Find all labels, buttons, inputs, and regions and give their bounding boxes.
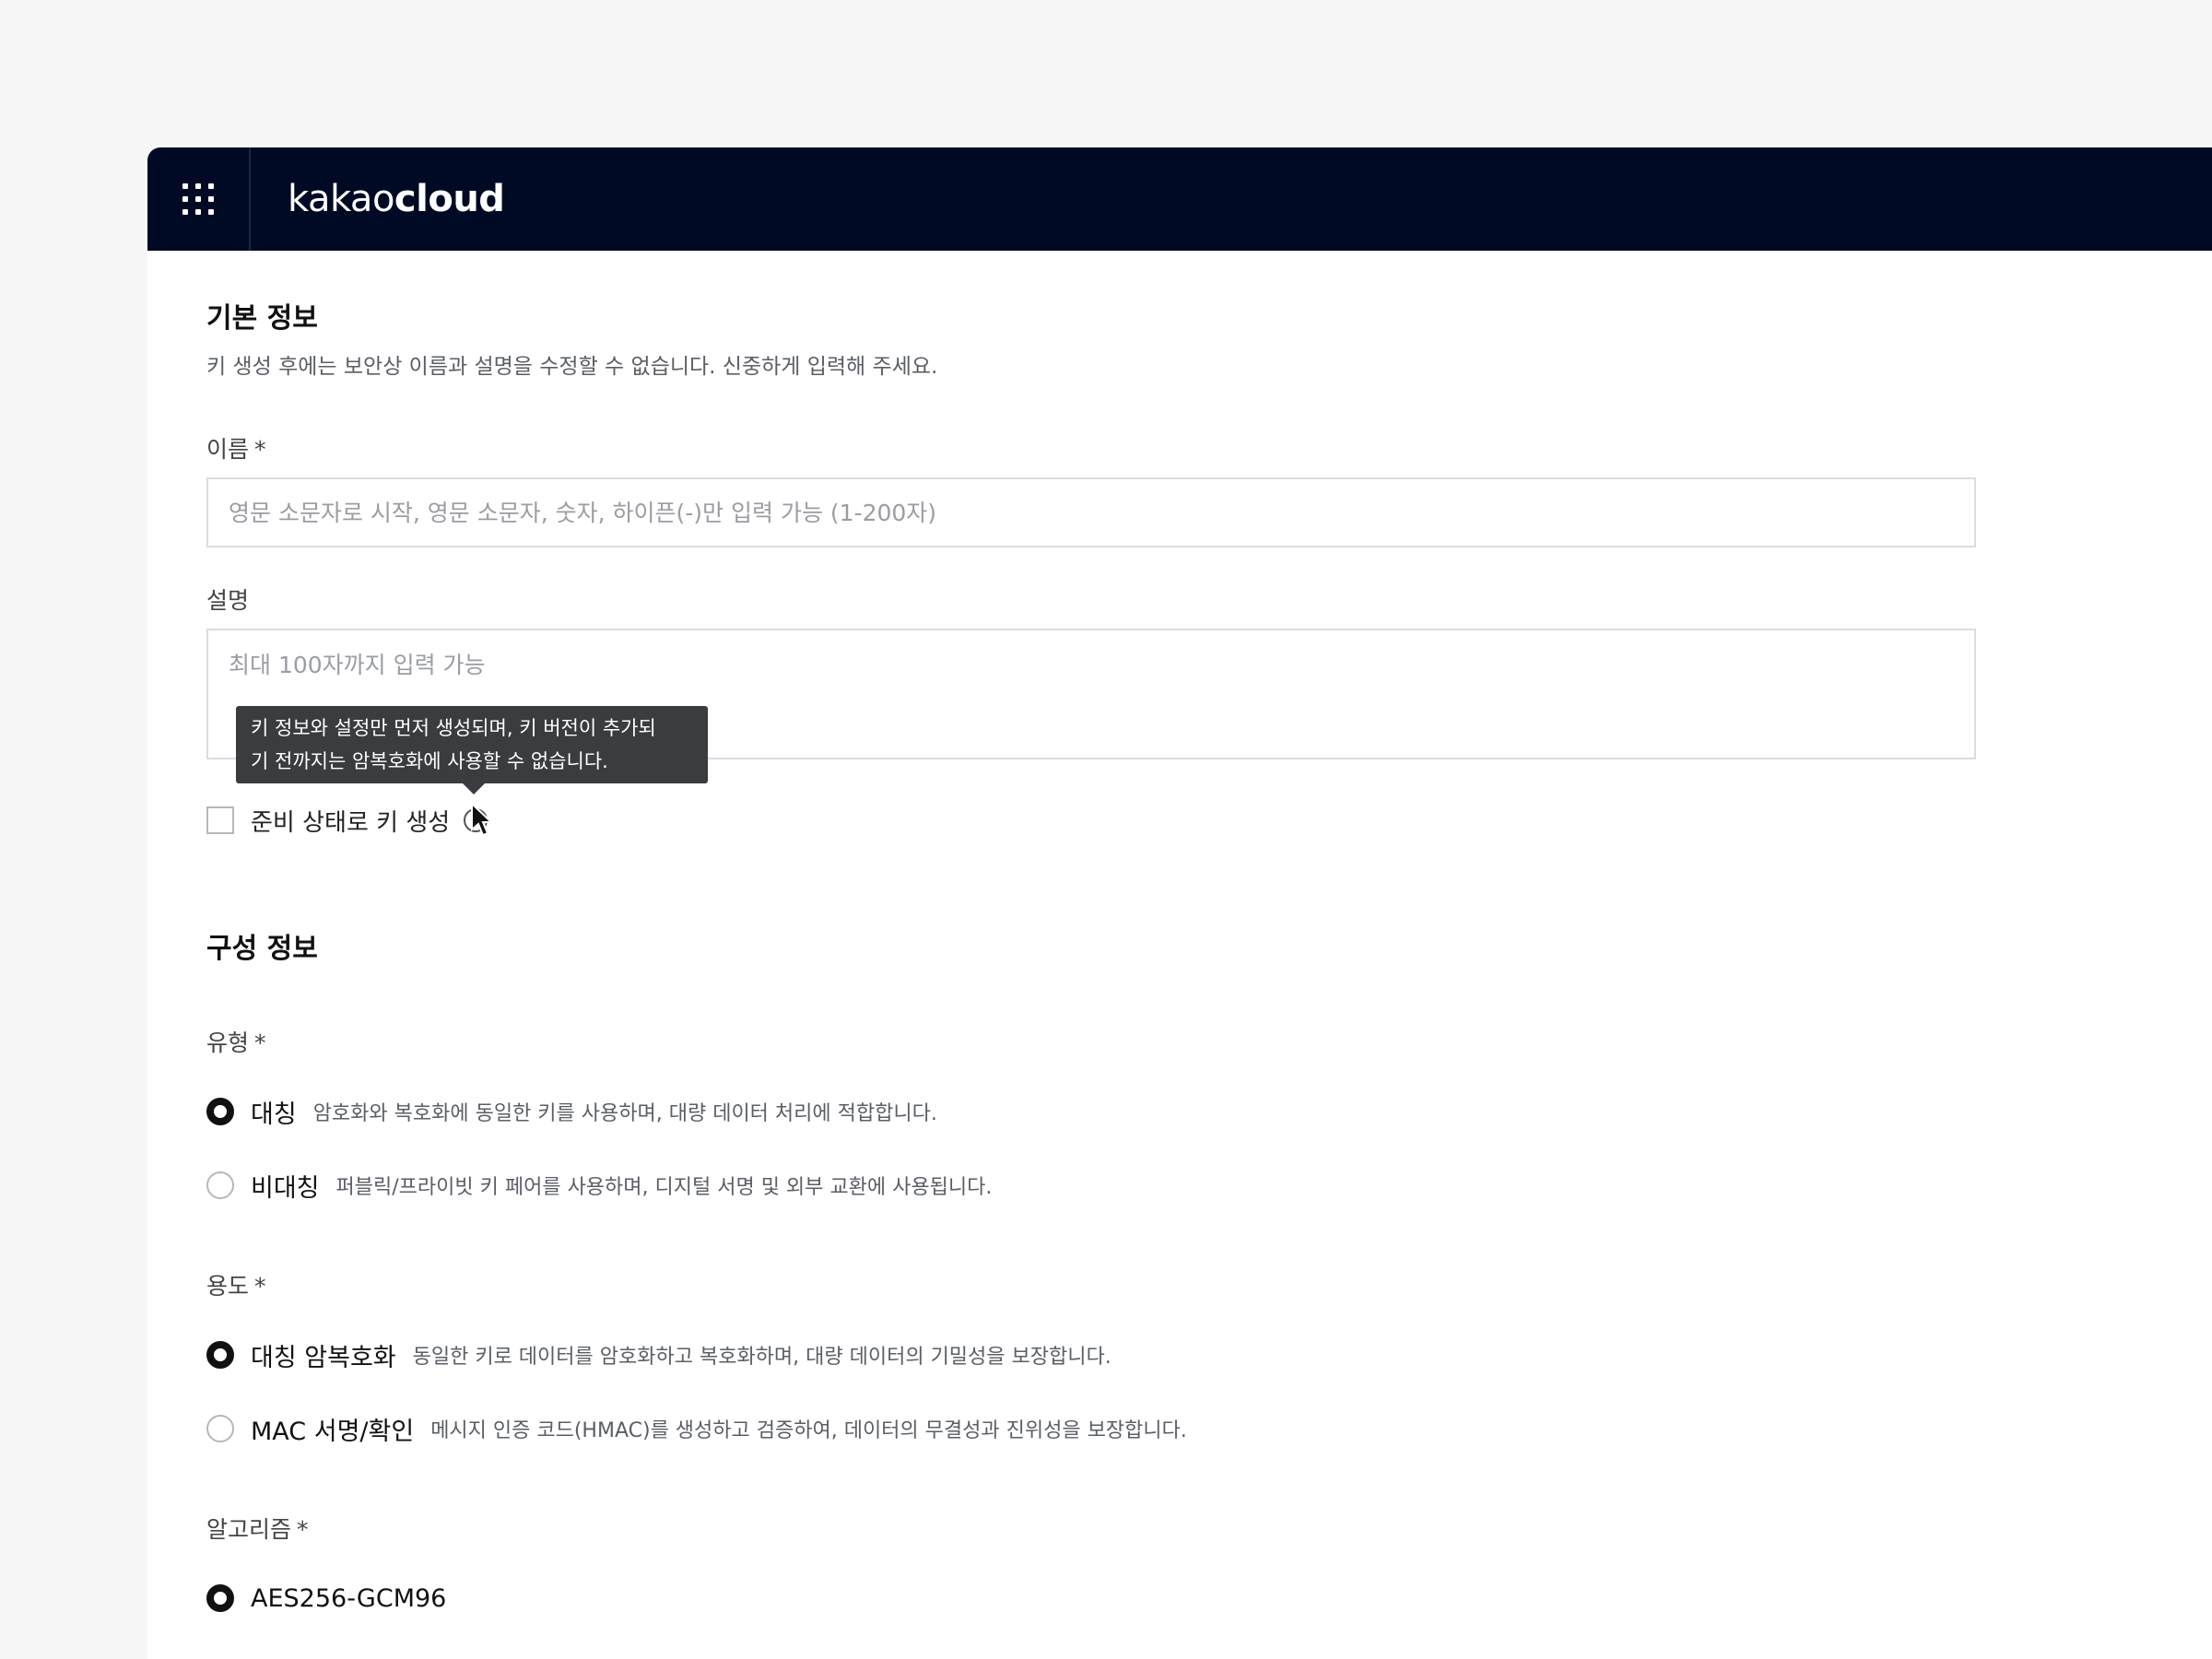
name-label-text: 이름	[206, 436, 250, 463]
type-option-asymmetric[interactable]: 비대칭 퍼블릭/프라이빗 키 페어를 사용하며, 디지털 서명 및 외부 교환에…	[206, 1167, 2153, 1204]
radio-description: 동일한 키로 데이터를 암호화하고 복호화하며, 대량 데이터의 기밀성을 보장…	[412, 1346, 1112, 1369]
name-input[interactable]	[206, 477, 1976, 547]
usage-option-symmetric-encryption[interactable]: 대칭 암복호화 동일한 키로 데이터를 암호화하고 복호화하며, 대량 데이터의…	[206, 1336, 2153, 1373]
radio-description: 암호화와 복호화에 동일한 키를 사용하며, 대량 데이터 처리에 적합합니다.	[312, 1102, 937, 1125]
radio-label[interactable]: 대칭 암복호화	[251, 1337, 396, 1373]
radio-description: 퍼블릭/프라이빗 키 페어를 사용하며, 디지털 서명 및 외부 교환에 사용됩…	[335, 1176, 993, 1199]
ready-state-checkbox[interactable]	[206, 806, 234, 834]
type-label: 유형 *	[206, 1025, 2153, 1058]
tooltip-line-2: 기 전까지는 암복호화에 사용할 수 없습니다.	[251, 750, 608, 772]
required-mark: *	[254, 1030, 266, 1056]
algorithm-label: 알고리즘 *	[206, 1512, 2153, 1545]
ready-state-checkbox-row: 키 정보와 설정만 먼저 생성되며, 키 버전이 추가되 기 전까지는 암복호화…	[206, 706, 2153, 838]
type-label-text: 유형	[206, 1030, 250, 1056]
radio-label[interactable]: 비대칭	[251, 1168, 320, 1204]
algorithm-label-text: 알고리즘	[206, 1516, 292, 1543]
tooltip-line-1: 키 정보와 설정만 먼저 생성되며, 키 버전이 추가되	[251, 717, 656, 739]
radio-selected[interactable]	[206, 1584, 234, 1612]
radio-description: 메시지 인증 코드(HMAC)를 생성하고 검증하여, 데이터의 무결성과 진위…	[430, 1419, 1187, 1442]
radio-label[interactable]: MAC 서명/확인	[251, 1411, 414, 1447]
mouse-cursor-icon	[471, 802, 494, 837]
radio-label[interactable]: AES256-GCM96	[251, 1584, 446, 1613]
basic-info-description: 키 생성 후에는 보안상 이름과 설명을 수정할 수 없습니다. 신중하게 입력…	[206, 355, 938, 379]
radio-selected[interactable]	[206, 1341, 234, 1369]
type-option-symmetric[interactable]: 대칭 암호화와 복호화에 동일한 키를 사용하며, 대량 데이터 처리에 적합합…	[206, 1093, 2153, 1130]
console-window: kakaocloud 기본 정보 키 생성 후에는 보안상 이름과 설명을 수정…	[147, 147, 2212, 1659]
top-navigation-bar: kakaocloud	[147, 147, 2212, 251]
description-label: 설명	[206, 587, 250, 614]
ready-state-checkbox-label[interactable]: 준비 상태로 키 생성	[251, 804, 450, 838]
radio-unselected[interactable]	[206, 1415, 234, 1442]
usage-option-mac[interactable]: MAC 서명/확인 메시지 인증 코드(HMAC)를 생성하고 검증하여, 데이…	[206, 1410, 2153, 1447]
required-mark: *	[297, 1516, 309, 1543]
usage-label-text: 용도	[206, 1273, 250, 1300]
name-label: 이름 *	[206, 431, 2153, 465]
config-info-title: 구성 정보	[206, 933, 318, 965]
radio-label[interactable]: 대칭	[251, 1094, 297, 1130]
grid-icon	[182, 183, 214, 215]
required-mark: *	[254, 1273, 266, 1300]
kakaocloud-logo[interactable]: kakaocloud	[288, 178, 505, 220]
algorithm-option-aes256[interactable]: AES256-GCM96	[206, 1580, 2153, 1617]
radio-unselected[interactable]	[206, 1171, 234, 1199]
logo-text-bold: cloud	[394, 178, 505, 220]
form-content: 기본 정보 키 생성 후에는 보안상 이름과 설명을 수정할 수 없습니다. 신…	[147, 251, 2212, 1617]
info-tooltip: 키 정보와 설정만 먼저 생성되며, 키 버전이 추가되 기 전까지는 암복호화…	[236, 706, 708, 794]
logo-text-light: kakao	[288, 178, 394, 220]
menu-button[interactable]	[147, 147, 251, 251]
usage-label: 용도 *	[206, 1268, 2153, 1301]
radio-selected[interactable]	[206, 1098, 234, 1125]
required-mark: *	[254, 436, 266, 463]
basic-info-title: 기본 정보	[206, 302, 318, 335]
